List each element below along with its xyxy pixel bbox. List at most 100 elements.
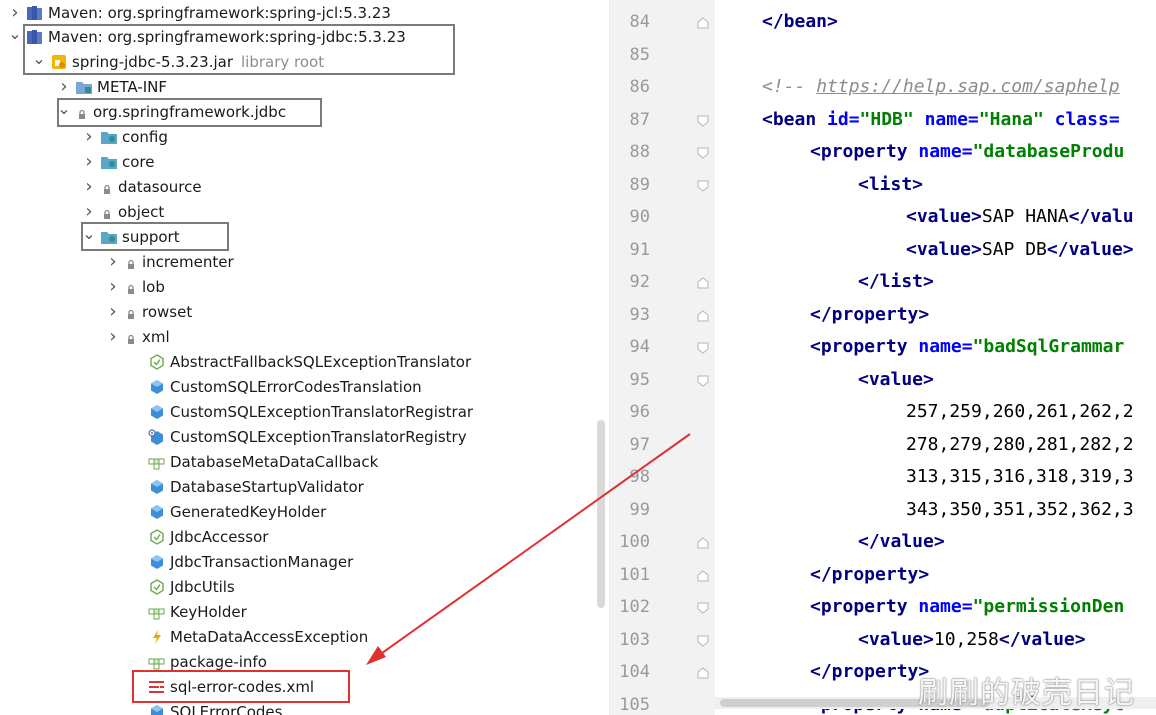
code-line-97[interactable]: 278,279,280,281,282,2 (906, 429, 1134, 461)
tree-scrollbar[interactable] (597, 420, 605, 608)
fold-end-icon[interactable] (696, 308, 710, 322)
xml-tag: <value> (858, 369, 934, 390)
tree-node[interactable]: › xml (0, 324, 608, 349)
tree-node[interactable]: › config (0, 124, 608, 149)
xml-value: "databaseProdu (972, 141, 1125, 162)
line-number: 104 (619, 662, 650, 682)
fold-end-icon[interactable] (696, 665, 710, 679)
code-line-101[interactable]: </property> (810, 559, 929, 591)
tree-node[interactable]: › incrementer (0, 249, 608, 274)
tree-node-label: rowset (142, 303, 193, 321)
comment-link[interactable]: https://help.sap.com/saphelp (816, 76, 1119, 97)
highlight-box-support (81, 222, 229, 251)
fold-icon[interactable] (696, 113, 710, 127)
tree-node-label: config (122, 128, 168, 146)
code-line-92[interactable]: </list> (858, 266, 934, 298)
fold-icon[interactable] (696, 145, 710, 159)
chevron-right-icon[interactable]: › (82, 149, 96, 174)
tree-node[interactable]: CustomSQLExceptionTranslatorRegistrar (0, 399, 608, 424)
line-number: 95 (629, 370, 650, 390)
tree-node[interactable]: › lob (0, 274, 608, 299)
tree-node[interactable]: JdbcUtils (0, 574, 608, 599)
xml-tag: </bean> (762, 11, 838, 32)
code-line-96[interactable]: 257,259,260,261,262,2 (906, 396, 1134, 428)
tree-node-label: incrementer (142, 253, 234, 271)
interface-icon (148, 453, 166, 471)
line-number: 99 (629, 500, 650, 520)
code-line-90[interactable]: <value>SAP HANA</valu (906, 201, 1134, 233)
code-line-95[interactable]: <value> (858, 364, 934, 396)
xml-tag: </valu (1068, 206, 1134, 227)
chevron-right-icon[interactable]: › (106, 274, 120, 299)
line-number: 89 (629, 175, 650, 195)
xml-tag: <property (810, 336, 908, 357)
code-line-87[interactable]: <bean id="HDB" name="Hana" class= (762, 104, 1120, 136)
tree-node[interactable]: JdbcAccessor (0, 524, 608, 549)
xml-text: 10,258 (933, 629, 999, 650)
chevron-down-icon[interactable]: ⌄ (8, 21, 22, 46)
chevron-right-icon[interactable]: › (106, 299, 120, 324)
xml-attr: id= (816, 109, 860, 130)
code-line-103[interactable]: <value>10,258</value> (858, 624, 1086, 656)
chevron-right-icon[interactable]: › (82, 174, 96, 199)
code-line-89[interactable]: <list> (858, 169, 923, 201)
line-number: 88 (629, 142, 650, 162)
code-line-91[interactable]: <value>SAP DB</value> (906, 234, 1134, 266)
tree-node[interactable]: › Maven: org.springframework:spring-jcl:5… (0, 0, 608, 25)
watermark: 刷刷的破壳日记 (918, 676, 1135, 711)
line-number: 105 (619, 695, 650, 715)
tree-node[interactable]: CustomSQLExceptionTranslatorRegistry (0, 424, 608, 449)
fold-end-icon[interactable] (696, 275, 710, 289)
fold-end-icon[interactable] (696, 568, 710, 582)
fold-icon[interactable] (696, 600, 710, 614)
fold-icon[interactable] (696, 178, 710, 192)
xml-tag: <value> (906, 206, 982, 227)
package-lock-icon (100, 178, 114, 196)
tree-node-label: lob (142, 278, 165, 296)
line-number: 93 (629, 305, 650, 325)
code-line-88[interactable]: <property name="databaseProdu (810, 136, 1124, 168)
code-line-102[interactable]: <property name="permissionDen (810, 591, 1124, 623)
xml-text: 313,315,316,318,319,3 (906, 466, 1134, 487)
chevron-right-icon[interactable]: › (106, 249, 120, 274)
xml-value: "permissionDen (972, 596, 1125, 617)
code-line-94[interactable]: <property name="badSqlGrammar (810, 331, 1124, 363)
tree-node[interactable]: AbstractFallbackSQLExceptionTranslator (0, 349, 608, 374)
tree-node[interactable]: DatabaseStartupValidator (0, 474, 608, 499)
class-icon (148, 553, 166, 571)
tree-node[interactable]: JdbcTransactionManager (0, 549, 608, 574)
tree-node[interactable]: CustomSQLErrorCodesTranslation (0, 374, 608, 399)
line-number: 92 (629, 272, 650, 292)
code-line-98[interactable]: 313,315,316,318,319,3 (906, 461, 1134, 493)
tree-node[interactable]: › META-INF (0, 74, 608, 99)
code-line-100[interactable]: </value> (858, 526, 945, 558)
xml-editor[interactable]: 84 85 86 87 88 89 90 91 92 93 94 95 96 97 98 99 100 101 10… (609, 0, 1156, 715)
tree-node[interactable]: KeyHolder (0, 599, 608, 624)
xml-text: SAP DB (981, 239, 1047, 260)
fold-end-icon[interactable] (696, 535, 710, 549)
xml-tag: <property (810, 596, 908, 617)
package-lock-icon (124, 328, 138, 346)
tree-node[interactable]: › core (0, 149, 608, 174)
chevron-right-icon[interactable]: › (82, 124, 96, 149)
tree-node-label: CustomSQLErrorCodesTranslation (170, 378, 422, 396)
code-line-84[interactable]: </bean> (762, 6, 838, 38)
code-line-99[interactable]: 343,350,351,352,362,3 (906, 494, 1134, 526)
fold-icon[interactable] (696, 373, 710, 387)
line-number: 94 (629, 337, 650, 357)
code-line-86[interactable]: <!-- https://help.sap.com/saphelp (762, 71, 1120, 103)
library-icon (26, 4, 44, 22)
chevron-right-icon[interactable]: › (106, 324, 120, 349)
tree-node[interactable]: DatabaseMetaDataCallback (0, 449, 608, 474)
fold-end-icon[interactable] (696, 15, 710, 29)
tree-node[interactable]: MetaDataAccessException (0, 624, 608, 649)
code-line-104[interactable]: </property> (810, 656, 929, 688)
code-line-93[interactable]: </property> (810, 299, 929, 331)
fold-icon[interactable] (696, 340, 710, 354)
tree-node[interactable]: › datasource (0, 174, 608, 199)
package-icon (100, 128, 118, 146)
fold-icon[interactable] (696, 633, 710, 647)
tree-node[interactable]: GeneratedKeyHolder (0, 499, 608, 524)
tree-node[interactable]: › rowset (0, 299, 608, 324)
class-icon (148, 403, 166, 421)
